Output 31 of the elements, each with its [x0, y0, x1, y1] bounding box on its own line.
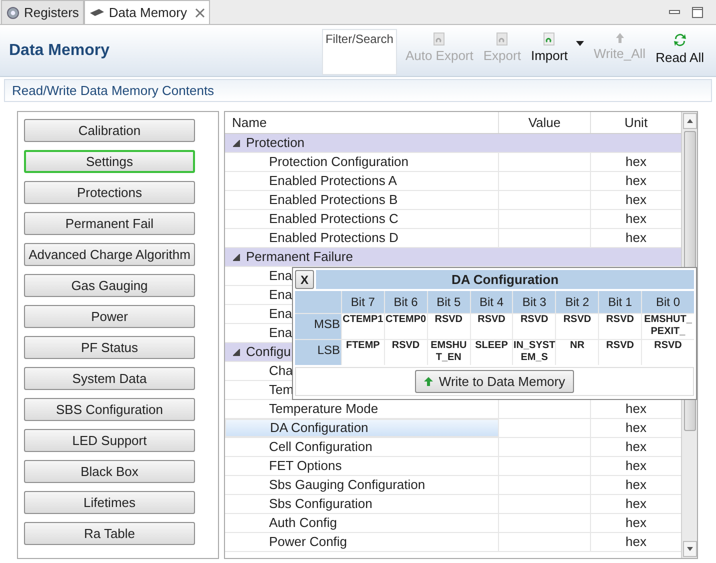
unit-cell-text: hex — [626, 229, 646, 248]
group-label: Protection — [246, 134, 305, 152]
unit-cell-text: hex — [626, 419, 646, 438]
unit-cell-text: hex — [626, 533, 646, 552]
tab-label: Data Memory — [108, 4, 187, 22]
bit-header: Bit 4 — [470, 291, 512, 313]
tab-label: Registers — [24, 4, 79, 22]
page-title: Data Memory — [9, 40, 110, 60]
unit-cell-text: hex — [626, 476, 646, 494]
group-label: Configu — [246, 343, 291, 362]
section-header: Read/Write Data Memory Contents — [4, 79, 712, 102]
bit-header: Bit 6 — [384, 291, 427, 313]
group-label: Permanent Failure — [246, 248, 353, 266]
unit-cell-text: hex — [626, 514, 646, 532]
unit-cell-text: hex — [626, 457, 646, 476]
byte-label: LSB — [295, 340, 341, 365]
unit-cell-text: hex — [626, 191, 646, 210]
unit-cell-text: hex — [626, 438, 646, 456]
popup-title: DA Configuration — [316, 270, 694, 289]
unit-cell-text: hex — [626, 153, 646, 172]
bit-header: Bit 2 — [556, 291, 598, 313]
unit-cell-text: hex — [626, 495, 646, 514]
unit-cell-text: hex — [626, 400, 646, 418]
bit-header: Bit 3 — [513, 291, 556, 313]
byte-label: MSB — [295, 314, 341, 339]
bit-header: Bit 7 — [342, 291, 384, 313]
bit-header: Bit 0 — [642, 291, 694, 313]
unit-cell-text: hex — [626, 210, 646, 228]
bit-header: Bit 5 — [428, 291, 470, 313]
bit-header: Bit 1 — [599, 291, 641, 313]
unit-cell-text: hex — [626, 172, 646, 190]
